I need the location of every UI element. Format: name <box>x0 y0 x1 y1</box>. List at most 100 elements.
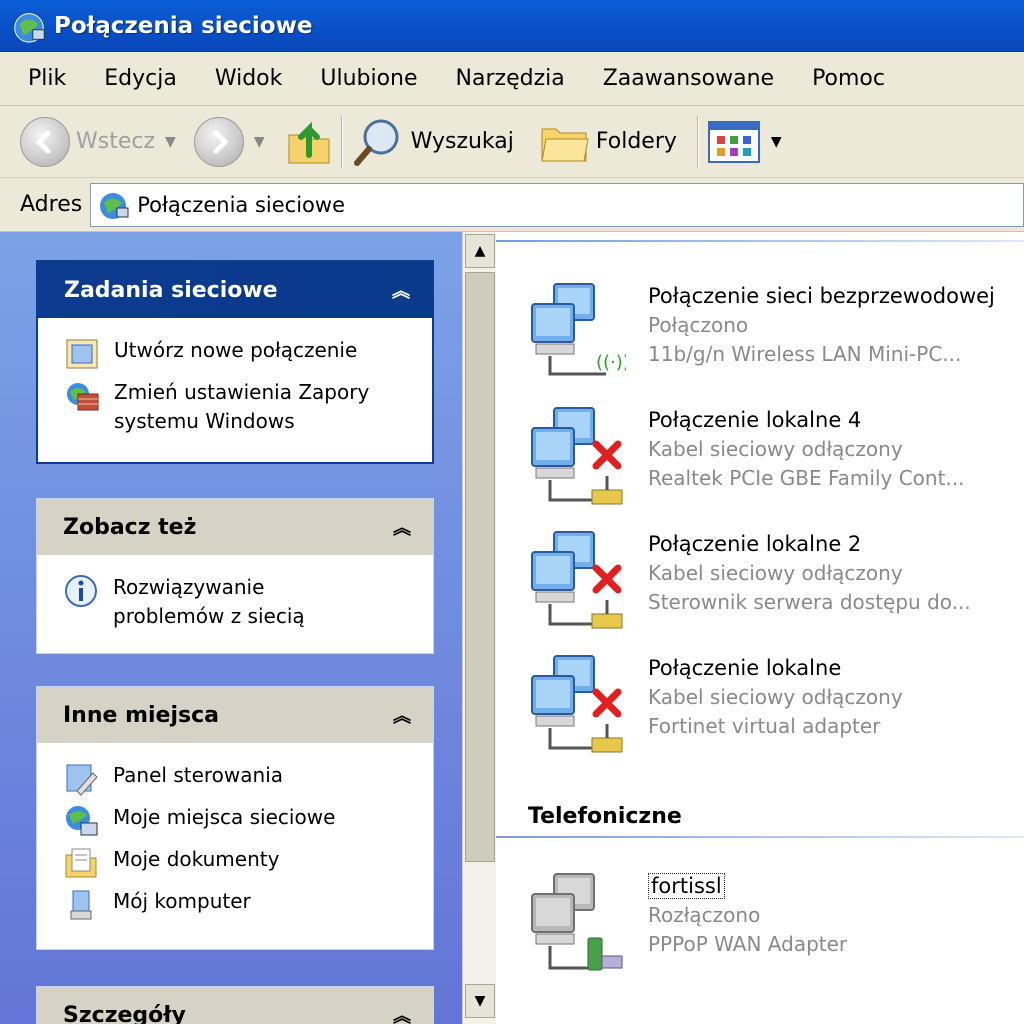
views-button[interactable]: ▼ <box>707 112 782 172</box>
details-header[interactable]: Szczegóły ︽ <box>37 987 433 1024</box>
connection-item[interactable]: Połączenie lokalne Kabel sieciowy odłącz… <box>526 654 1008 764</box>
connection-name: Połączenie lokalne 4 <box>648 408 862 432</box>
back-label: Wstecz <box>76 129 156 154</box>
toolbar-separator <box>340 115 343 168</box>
dialup-group-title: Telefoniczne <box>528 804 682 829</box>
connection-device: Realtek PCIe GBE Family Cont... <box>648 466 965 490</box>
connection-name: Połączenie sieci bezprzewodowej <box>648 284 995 308</box>
place-control-panel-label: Panel sterowania <box>113 763 283 787</box>
place-network-places[interactable]: Moje miejsca sieciowe <box>63 803 423 839</box>
task-new-connection-label: Utwórz nowe połączenie <box>114 338 358 362</box>
scroll-thumb[interactable] <box>465 272 495 862</box>
forward-dropdown-icon[interactable]: ▼ <box>254 134 265 150</box>
connection-item[interactable]: ((·)) Połączenie sieci bezprzewodowej Po… <box>526 282 1008 392</box>
folders-icon <box>541 128 589 161</box>
collapse-chevron-icon[interactable]: ︽ <box>392 277 410 303</box>
back-button[interactable]: Wstecz ▼ <box>20 112 176 172</box>
search-label: Wyszukaj <box>410 129 514 154</box>
place-my-computer-label: Mój komputer <box>113 889 251 913</box>
task-troubleshoot-label: Rozwiązywanie problemów z siecią <box>113 575 305 628</box>
svg-text:((·)): ((·)) <box>596 352 626 373</box>
place-my-documents-label: Moje dokumenty <box>113 847 280 871</box>
menu-help[interactable]: Pomoc <box>812 66 885 91</box>
place-control-panel[interactable]: Panel sterowania <box>63 761 423 797</box>
network-tasks-body: Utwórz nowe połączenie Zmień ustawienia … <box>38 318 432 462</box>
scroll-up-button[interactable]: ▲ <box>465 234 495 268</box>
connection-device: PPPoP WAN Adapter <box>648 932 848 956</box>
address-label: Adres <box>20 192 83 217</box>
vertical-scrollbar[interactable]: ▲ ▼ <box>462 232 496 1024</box>
network-connections-icon <box>14 12 45 43</box>
menu-view[interactable]: Widok <box>215 66 283 91</box>
my-documents-icon <box>65 848 97 878</box>
see-also-title: Zobacz też <box>63 514 197 540</box>
forward-arrow-icon <box>193 116 244 167</box>
other-places-body: Panel sterowania Moje miejsca sieciowe M… <box>37 743 433 949</box>
title-bar: Połączenia sieciowe <box>0 0 1024 52</box>
task-firewall-label: Zmień ustawienia Zapory systemu Windows <box>114 380 370 433</box>
menu-favorites[interactable]: Ulubione <box>320 66 417 91</box>
task-troubleshoot[interactable]: Rozwiązywanie problemów z siecią <box>63 573 423 631</box>
connection-name: Połączenie lokalne 2 <box>648 532 862 556</box>
task-new-connection[interactable]: Utwórz nowe połączenie <box>64 336 422 372</box>
dialup-connection-icon <box>531 873 623 971</box>
menu-advanced[interactable]: Zaawansowane <box>603 66 774 91</box>
task-pane: Zadania sieciowe ︽ Utwórz nowe połączeni… <box>0 232 462 1024</box>
views-dropdown-icon[interactable]: ▼ <box>771 134 782 150</box>
connection-status: Rozłączono <box>648 903 761 927</box>
connection-device: 11b/g/n Wireless LAN Mini-PC... <box>648 342 962 366</box>
back-dropdown-icon[interactable]: ▼ <box>165 134 176 150</box>
see-also-body: Rozwiązywanie problemów z siecią <box>37 555 433 653</box>
connection-status: Kabel sieciowy odłączony <box>648 685 903 709</box>
menu-tools[interactable]: Narzędzia <box>456 66 565 91</box>
menu-edit[interactable]: Edycja <box>104 66 177 91</box>
toolbar-separator <box>696 115 699 168</box>
lan-disconnected-icon <box>531 655 623 753</box>
connection-device: Sterownik serwera dostępu do... <box>648 590 971 614</box>
info-icon <box>65 575 97 607</box>
place-my-computer[interactable]: Mój komputer <box>63 887 423 923</box>
folders-label: Foldery <box>595 129 677 154</box>
search-button[interactable]: Wyszukaj <box>351 112 514 172</box>
connection-name: fortissl <box>648 873 725 899</box>
connections-list: ((·)) Połączenie sieci bezprzewodowej Po… <box>496 232 1024 1024</box>
network-tasks-title: Zadania sieciowe <box>64 277 278 303</box>
connection-status: Kabel sieciowy odłączony <box>648 437 903 461</box>
connection-status: Kabel sieciowy odłączony <box>648 561 903 585</box>
views-icon <box>707 120 760 163</box>
collapse-chevron-icon[interactable]: ︽ <box>393 702 411 728</box>
task-firewall-settings[interactable]: Zmień ustawienia Zapory systemu Windows <box>64 378 422 436</box>
see-also-panel: Zobacz też ︽ Rozwiązywanie problemów z s… <box>36 498 434 654</box>
other-places-header[interactable]: Inne miejsca ︽ <box>37 687 433 743</box>
new-connection-icon <box>66 339 98 369</box>
connection-item[interactable]: Połączenie lokalne 4 Kabel sieciowy odłą… <box>526 406 1008 516</box>
address-field[interactable]: Połączenia sieciowe <box>90 182 1024 227</box>
back-arrow-icon <box>20 116 70 167</box>
network-connections-icon <box>100 192 129 219</box>
network-tasks-panel: Zadania sieciowe ︽ Utwórz nowe połączeni… <box>36 260 434 464</box>
scroll-down-button[interactable]: ▼ <box>465 984 495 1018</box>
see-also-header[interactable]: Zobacz też ︽ <box>37 499 433 555</box>
firewall-icon <box>67 383 99 411</box>
folders-button[interactable]: Foldery <box>540 112 677 172</box>
collapse-chevron-icon[interactable]: ︽ <box>393 1002 411 1024</box>
address-value: Połączenia sieciowe <box>137 192 345 217</box>
place-my-documents[interactable]: Moje dokumenty <box>63 845 423 881</box>
details-title: Szczegóły <box>63 1002 186 1024</box>
wireless-connection-icon: ((·)) <box>531 283 626 376</box>
lan-disconnected-icon <box>531 531 623 629</box>
network-tasks-header[interactable]: Zadania sieciowe ︽ <box>38 262 432 318</box>
group-divider <box>496 240 1024 242</box>
network-places-icon <box>66 806 98 836</box>
details-panel: Szczegóły ︽ <box>36 986 434 1024</box>
connection-item[interactable]: Połączenie lokalne 2 Kabel sieciowy odłą… <box>526 530 1008 640</box>
lan-disconnected-icon <box>531 407 623 505</box>
connection-item[interactable]: fortissl Rozłączono PPPoP WAN Adapter <box>526 872 1008 982</box>
address-bar: Adres Połączenia sieciowe <box>0 178 1024 232</box>
up-folder-button[interactable] <box>285 112 333 172</box>
control-panel-icon <box>66 764 98 796</box>
collapse-chevron-icon[interactable]: ︽ <box>393 514 411 540</box>
menu-file[interactable]: Plik <box>28 66 66 91</box>
window-title: Połączenia sieciowe <box>54 12 313 39</box>
forward-button[interactable]: ▼ <box>193 112 265 172</box>
